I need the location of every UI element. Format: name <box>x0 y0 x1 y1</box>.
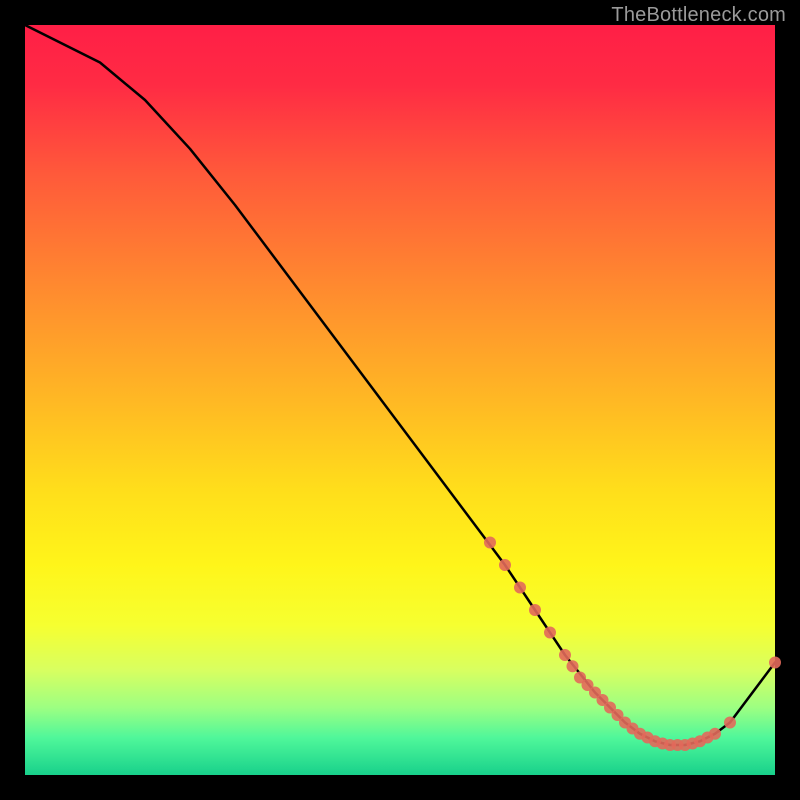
data-point <box>709 728 721 740</box>
data-point <box>724 717 736 729</box>
chart-svg <box>0 0 800 800</box>
data-point <box>514 582 526 594</box>
watermark-text: TheBottleneck.com <box>611 4 786 27</box>
plot-background <box>25 25 775 775</box>
data-point <box>484 537 496 549</box>
data-point <box>529 604 541 616</box>
data-point <box>544 627 556 639</box>
data-point <box>567 660 579 672</box>
data-point <box>559 649 571 661</box>
data-point <box>769 657 781 669</box>
data-point <box>499 559 511 571</box>
chart-stage: TheBottleneck.com <box>0 0 800 800</box>
